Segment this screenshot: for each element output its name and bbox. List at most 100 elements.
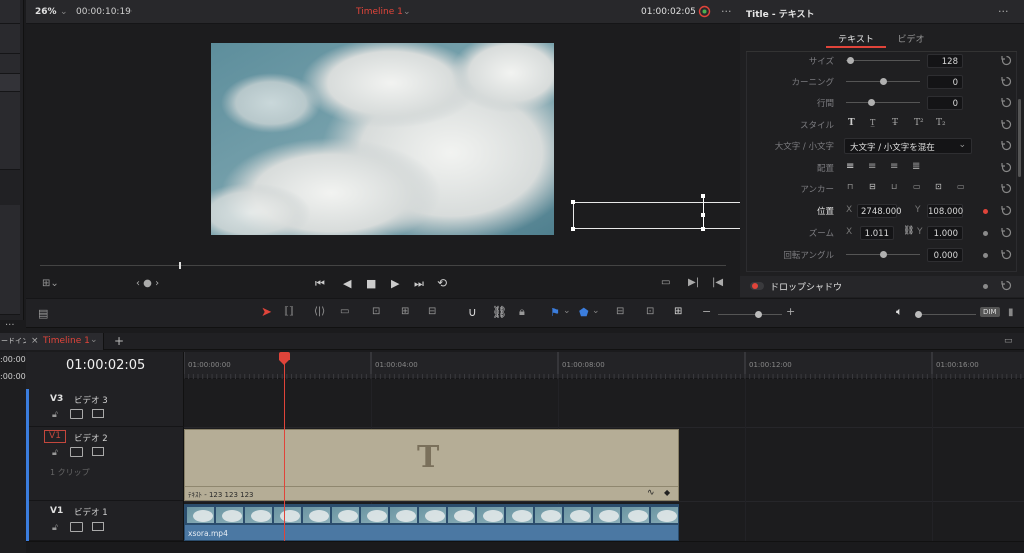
transform-handle[interactable] — [571, 200, 575, 204]
volume-slider[interactable] — [916, 314, 976, 315]
track-visibility-icon[interactable] — [92, 409, 104, 418]
anchor-bottom-icon[interactable]: ⊔ — [891, 182, 897, 191]
pos-x-value[interactable]: 2748.000 — [857, 204, 902, 218]
track-visibility-icon[interactable] — [92, 447, 104, 456]
track-v1[interactable]: V1 ビデオ 1 🔓︎ — [26, 501, 184, 541]
timeline-options-icon[interactable]: ▭ — [1004, 336, 1013, 346]
track-v3[interactable]: V3 ビデオ 3 🔓︎ — [26, 389, 184, 427]
zoom-in-icon[interactable]: + — [786, 305, 795, 318]
track-v2[interactable]: V1 ビデオ 2 🔓︎ 1 クリップ — [26, 427, 184, 501]
selection-tool-icon[interactable]: ➤ — [261, 305, 272, 320]
loop-icon[interactable]: ⟲ — [437, 276, 447, 290]
line-spacing-value[interactable]: 0 — [927, 96, 963, 110]
snapping-icon[interactable]: ∪ — [468, 305, 477, 319]
more-options-icon[interactable]: ··· — [998, 5, 1009, 18]
flag-icon[interactable]: ⚑ — [550, 306, 560, 319]
reverse-play-icon[interactable]: ◀ — [343, 277, 351, 290]
keyframe-dot[interactable] — [983, 209, 988, 214]
pos-y-value[interactable]: 108.000 — [927, 204, 963, 218]
zoom-custom-icon[interactable]: ⊞ — [674, 306, 682, 317]
insert-clip-icon[interactable]: ⊡ — [372, 306, 380, 317]
auto-select-icon[interactable] — [70, 522, 83, 532]
left-panel-tab[interactable]: ードイン — [0, 333, 26, 350]
reset-icon[interactable] — [1001, 227, 1012, 238]
play-icon[interactable]: ▶ — [391, 277, 399, 290]
zoom-out-icon[interactable]: − — [702, 305, 711, 318]
anchor-right-icon[interactable]: ▭ — [957, 182, 965, 191]
transform-handle[interactable] — [571, 227, 575, 231]
scrub-head[interactable] — [179, 262, 181, 269]
volume-icon[interactable]: 🔈︎ — [896, 305, 903, 319]
line-spacing-knob[interactable] — [868, 99, 875, 106]
strikethrough-icon[interactable]: T̶ — [892, 118, 898, 128]
lock-icon[interactable]: 🔓︎ — [52, 448, 58, 458]
chevron-down-icon[interactable]: ⌄ — [592, 306, 600, 316]
anchor-middle-icon[interactable]: ⊟ — [869, 182, 876, 191]
keyframe-dot[interactable] — [983, 253, 988, 258]
reset-icon[interactable] — [1001, 162, 1012, 173]
reset-icon[interactable] — [1001, 249, 1012, 260]
zoom-level[interactable]: 26% — [35, 7, 57, 17]
size-value[interactable]: 128 — [927, 54, 963, 68]
volume-knob[interactable] — [915, 311, 922, 318]
rotation-value[interactable]: 0.000 — [927, 248, 963, 262]
size-knob[interactable] — [847, 57, 854, 64]
viewer-options-icon[interactable]: ⊞⌄ — [42, 278, 59, 289]
trim-tool-icon[interactable]: ⟦⟧ — [284, 306, 294, 317]
lock-icon[interactable]: 🔒︎ — [519, 305, 525, 319]
title-bounding-box[interactable] — [573, 202, 743, 229]
blade-tool-icon[interactable]: ▭ — [340, 306, 349, 317]
next-edit-icon[interactable]: ▶| — [688, 277, 699, 288]
chevron-down-icon[interactable]: ⌄ — [563, 306, 571, 316]
line-spacing-slider[interactable] — [846, 102, 920, 103]
superscript-icon[interactable]: T² — [914, 118, 924, 128]
jog-control-icon[interactable]: ‹ ● › — [136, 278, 159, 289]
chevron-down-icon[interactable]: ⌄ — [60, 7, 68, 17]
zoom-detail-icon[interactable]: ⊡ — [646, 306, 654, 317]
scrub-bar[interactable] — [40, 265, 726, 266]
tab-video[interactable]: ビデオ — [886, 28, 936, 48]
kerning-knob[interactable] — [880, 78, 887, 85]
close-icon[interactable]: × — [31, 336, 39, 346]
zoom-y-value[interactable]: 1.000 — [927, 226, 963, 240]
reset-icon[interactable] — [1001, 119, 1012, 130]
align-right-icon[interactable]: ≡ — [890, 161, 898, 172]
reset-icon[interactable] — [1001, 205, 1012, 216]
zoom-slider-knob[interactable] — [755, 311, 762, 318]
reset-icon[interactable] — [1001, 76, 1012, 87]
zoom-slider[interactable] — [718, 314, 782, 315]
more-options-icon[interactable]: ··· — [5, 320, 15, 331]
dim-button[interactable]: DIM — [980, 307, 1000, 317]
subscript-icon[interactable]: T₂ — [936, 118, 946, 128]
link-icon[interactable]: ⛓ — [492, 305, 507, 319]
anchor-left-icon[interactable]: ▭ — [913, 182, 921, 191]
replace-clip-icon[interactable]: ⊟ — [428, 306, 436, 317]
add-timeline-icon[interactable]: + — [114, 334, 124, 348]
italic-style-icon[interactable]: T̲ — [870, 118, 875, 127]
track-visibility-icon[interactable] — [92, 522, 104, 531]
playhead-handle[interactable] — [279, 352, 290, 360]
auto-select-icon[interactable] — [70, 447, 83, 457]
marker-icon[interactable]: ⬟ — [579, 306, 589, 319]
skip-end-icon[interactable]: ⏭ — [414, 277, 424, 291]
bold-style-icon[interactable]: T — [848, 118, 855, 128]
chevron-down-icon[interactable]: ⌄ — [403, 7, 411, 17]
anchor-center-icon[interactable]: ⊡ — [935, 182, 942, 191]
rotation-knob[interactable] — [880, 251, 887, 258]
reset-icon[interactable] — [1001, 280, 1012, 291]
overwrite-clip-icon[interactable]: ⊞ — [401, 306, 409, 317]
timeline-view-icon[interactable]: ▤ — [38, 307, 48, 320]
reset-icon[interactable] — [1001, 97, 1012, 108]
keyframe-dot[interactable] — [983, 231, 988, 236]
lock-icon[interactable]: 🔓︎ — [52, 410, 58, 420]
keyframe-icon[interactable]: ◆ — [664, 488, 670, 497]
zoom-x-value[interactable]: 1.011 — [860, 226, 894, 240]
timeline-name[interactable]: Timeline 1 — [356, 7, 403, 17]
size-slider[interactable] — [846, 60, 920, 61]
video-clip[interactable]: xsora.mp4 — [184, 504, 679, 541]
tab-text[interactable]: テキスト — [826, 28, 886, 48]
auto-select-icon[interactable] — [70, 409, 83, 419]
link-icon[interactable]: ⛓ — [903, 226, 914, 236]
more-options-icon[interactable]: ··· — [721, 5, 732, 18]
keyframe-dot[interactable] — [983, 284, 988, 289]
